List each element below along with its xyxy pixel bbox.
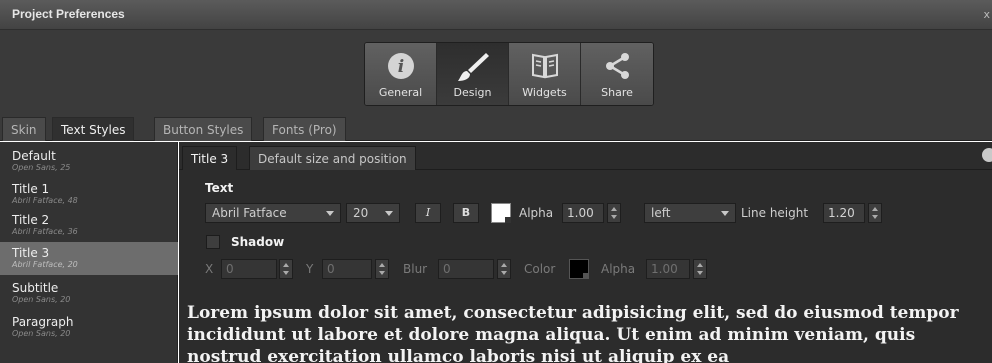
shadow-x-label: X [205, 262, 214, 276]
font-select[interactable]: Abril Fatface [205, 203, 341, 223]
widgets-label: Widgets [522, 86, 567, 99]
book-icon [531, 53, 558, 79]
style-item-default[interactable]: Default Open Sans, 25 [0, 145, 178, 178]
tab-button-styles[interactable]: Button Styles [154, 117, 253, 141]
align-value: left [651, 206, 671, 220]
color-picker-corner-icon [583, 273, 589, 279]
line-height-input[interactable]: 1.20 [823, 203, 865, 223]
svg-text:i: i [397, 57, 403, 77]
alpha-spinner[interactable] [607, 203, 621, 223]
design-label: Design [453, 86, 492, 99]
text-style-list: Default Open Sans, 25 Title 1 Abril Fatf… [0, 142, 178, 363]
shadow-y-label: Y [306, 262, 314, 276]
toolbar: i General Design Widgets Share [0, 30, 992, 114]
title-bar: Project Preferences x [0, 0, 992, 30]
alpha-input[interactable]: 1.00 [562, 203, 604, 223]
shadow-label: Shadow [231, 235, 285, 249]
share-button[interactable]: Share [581, 43, 653, 105]
alpha-label: Alpha [519, 206, 554, 220]
color-picker-corner-icon [505, 217, 511, 223]
style-name: Title 3 [12, 246, 50, 260]
preferences-tabs: Skin Text Styles Button Styles Fonts (Pr… [0, 114, 992, 141]
style-font: Open Sans, 20 [12, 295, 71, 304]
tab-fonts-pro[interactable]: Fonts (Pro) [263, 117, 346, 141]
shadow-checkbox[interactable] [206, 235, 220, 249]
tab-title-3[interactable]: Title 3 [182, 146, 238, 170]
style-font: Open Sans, 25 [12, 163, 71, 172]
shadow-y-input[interactable]: 0 [322, 259, 372, 279]
font-size-value: 20 [353, 206, 369, 220]
style-item-title-1[interactable]: Title 1 Abril Fatface, 48 [0, 178, 178, 211]
text-color-swatch[interactable] [491, 203, 511, 223]
shadow-blur-input[interactable]: 0 [438, 259, 494, 279]
shadow-alpha-label: Alpha [601, 262, 636, 276]
tab-skin[interactable]: Skin [2, 117, 46, 141]
share-label: Share [601, 86, 633, 99]
shadow-x-input[interactable]: 0 [221, 259, 277, 279]
chevron-down-icon [721, 211, 729, 216]
shadow-color-label: Color [524, 262, 556, 276]
style-name: Title 1 [12, 182, 50, 196]
shadow-y-spinner[interactable] [375, 259, 389, 279]
line-height-spinner[interactable] [868, 203, 882, 223]
share-icon [606, 53, 629, 79]
shadow-blur-label: Blur [403, 262, 428, 276]
style-font: Open Sans, 20 [12, 329, 71, 338]
shadow-alpha-input[interactable]: 1.00 [646, 259, 690, 279]
font-value: Abril Fatface [212, 206, 287, 220]
general-button[interactable]: i General [365, 43, 437, 105]
style-font: Abril Fatface, 36 [12, 227, 78, 236]
chevron-down-icon [326, 211, 334, 216]
style-item-subtitle[interactable]: Subtitle Open Sans, 20 [0, 277, 178, 310]
shadow-x-spinner[interactable] [279, 259, 293, 279]
help-icon[interactable] [982, 148, 992, 162]
line-height-label: Line height [741, 206, 809, 220]
style-name: Paragraph [12, 315, 74, 329]
style-name: Default [12, 149, 56, 163]
tab-default-size-position[interactable]: Default size and position [249, 146, 416, 170]
brush-icon [457, 53, 489, 81]
style-name: Title 2 [12, 213, 50, 227]
italic-button[interactable]: I [415, 203, 441, 223]
shadow-blur-spinner[interactable] [497, 259, 511, 279]
tab-text-styles[interactable]: Text Styles [52, 117, 135, 141]
shadow-color-swatch[interactable] [569, 259, 589, 279]
close-button[interactable]: x [983, 8, 990, 21]
info-icon: i [387, 53, 414, 79]
general-label: General [378, 86, 423, 99]
widgets-button[interactable]: Widgets [509, 43, 581, 105]
chevron-down-icon [385, 211, 393, 216]
style-editor: Title 3 Default size and position Text A… [179, 142, 992, 363]
align-select[interactable]: left [644, 203, 736, 223]
editor-tabs: Title 3 Default size and position [179, 142, 992, 170]
design-button[interactable]: Design [437, 43, 509, 105]
bold-button[interactable]: B [453, 203, 479, 223]
style-font: Abril Fatface, 48 [12, 196, 78, 205]
text-style-preview: Lorem ipsum dolor sit amet, consectetur … [187, 303, 959, 363]
style-name: Subtitle [12, 281, 59, 295]
style-font: Abril Fatface, 20 [12, 260, 78, 269]
shadow-alpha-spinner[interactable] [693, 259, 707, 279]
font-size-select[interactable]: 20 [346, 203, 400, 223]
text-section-label: Text [205, 181, 234, 195]
window-title: Project Preferences [12, 7, 125, 21]
style-item-title-2[interactable]: Title 2 Abril Fatface, 36 [0, 209, 178, 242]
style-item-title-3[interactable]: Title 3 Abril Fatface, 20 [0, 242, 178, 275]
category-tabs: i General Design Widgets Share [364, 42, 654, 106]
style-item-paragraph[interactable]: Paragraph Open Sans, 20 [0, 311, 178, 344]
